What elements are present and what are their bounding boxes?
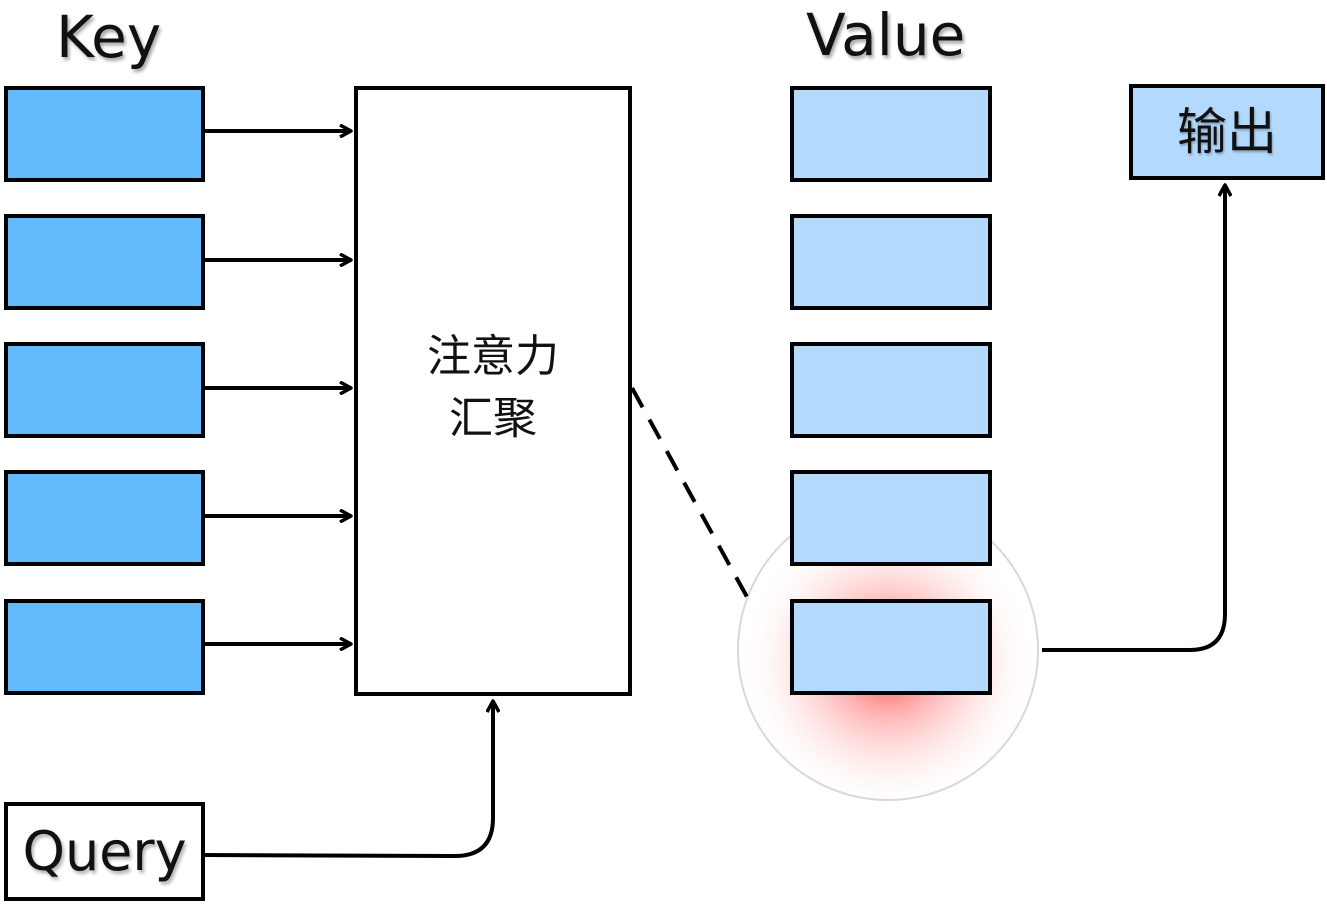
attention-pooling-label: 注意力 汇聚 bbox=[354, 326, 632, 450]
value-box bbox=[790, 86, 992, 182]
value-box-highlighted bbox=[790, 599, 992, 695]
output-box: 输出 bbox=[1129, 84, 1325, 180]
value-heading: Value bbox=[806, 1, 966, 69]
key-box bbox=[4, 470, 205, 566]
output-label: 输出 bbox=[1177, 103, 1277, 161]
key-box bbox=[4, 86, 205, 182]
query-box: Query bbox=[4, 802, 205, 901]
value-box bbox=[790, 470, 992, 566]
value-box bbox=[790, 342, 992, 438]
value-box bbox=[790, 214, 992, 310]
query-arrow bbox=[202, 702, 493, 859]
key-box bbox=[4, 599, 205, 695]
output-arrow bbox=[1042, 186, 1225, 652]
key-box bbox=[4, 214, 205, 310]
key-box bbox=[4, 342, 205, 438]
attention-dashed-link bbox=[630, 387, 754, 607]
key-heading: Key bbox=[56, 3, 162, 71]
query-label: Query bbox=[22, 819, 187, 883]
attention-pooling-label-line1: 注意力 bbox=[427, 331, 559, 382]
attention-pooling-label-line2: 汇聚 bbox=[449, 393, 537, 444]
